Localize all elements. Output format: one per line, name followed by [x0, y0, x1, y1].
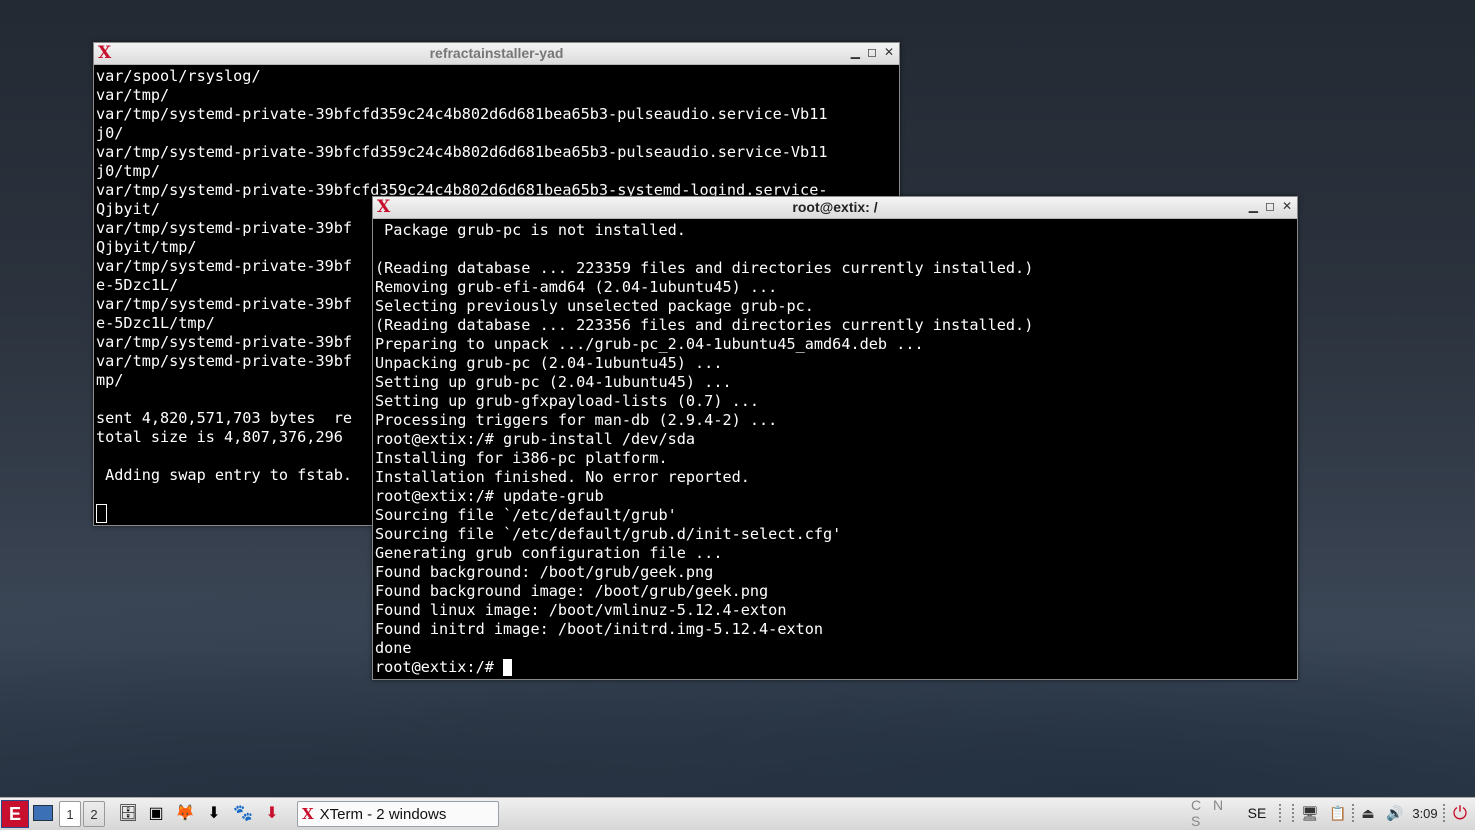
separator: [1352, 804, 1356, 822]
task-label: XTerm - 2 windows: [319, 805, 447, 823]
terminal-line: Sourcing file `/etc/default/grub.d/init-…: [375, 525, 842, 543]
start-menu-button[interactable]: E: [1, 800, 29, 828]
taskbar-task-xterm[interactable]: X XTerm - 2 windows: [297, 801, 499, 827]
shell-prompt: root@extix:/#: [375, 658, 504, 676]
terminal-line: (Reading database ... 223356 files and d…: [375, 316, 1034, 334]
terminal-line: Unpacking grub-pc (2.04-1ubuntu45) ...: [375, 354, 723, 372]
file-manager-icon[interactable]: 🗄: [117, 801, 139, 825]
close-icon[interactable]: ✕: [884, 45, 894, 59]
terminal-line: Setting up grub-pc (2.04-1ubuntu45) ...: [375, 373, 732, 391]
firefox-icon[interactable]: 🦊: [174, 801, 196, 825]
download-icon[interactable]: ⬇: [203, 801, 225, 825]
show-desktop-button[interactable]: [32, 801, 54, 825]
root-terminal-title: root@extix: /: [792, 199, 878, 215]
desktop-icon: [33, 805, 53, 821]
terminal-line: var/tmp/: [96, 86, 170, 104]
minimize-icon[interactable]: ▁: [1249, 199, 1258, 213]
installer-title: refractainstaller-yad: [429, 45, 564, 61]
workspace-2[interactable]: 2: [83, 801, 105, 827]
terminal-line: Removing grub-efi-amd64 (2.04-1ubuntu45)…: [375, 278, 778, 296]
terminal-line: j0/tmp/: [96, 162, 161, 180]
clipboard-icon[interactable]: 📋: [1328, 801, 1348, 825]
power-icon[interactable]: ⏻: [1449, 801, 1471, 825]
terminal-line: Found background image: /boot/grub/geek.…: [375, 582, 769, 600]
terminal-line: Found background: /boot/grub/geek.png: [375, 563, 714, 581]
clock[interactable]: 3:09: [1409, 801, 1441, 825]
maximize-icon[interactable]: ◻: [867, 45, 877, 59]
terminal-line: root@extix:/# grub-install /dev/sda: [375, 430, 696, 448]
maximize-icon[interactable]: ◻: [1265, 199, 1275, 213]
text-cursor: [96, 504, 107, 523]
text-cursor: [503, 659, 513, 676]
installer-titlebar[interactable]: X refractainstaller-yad ▁ ◻ ✕: [94, 43, 899, 65]
root-terminal-output[interactable]: Package grub-pc is not installed. (Readi…: [373, 219, 1297, 679]
separator: [1292, 804, 1296, 822]
root-terminal-titlebar[interactable]: X root@extix: / ▁ ◻ ✕: [373, 197, 1297, 219]
gimp-icon[interactable]: 🐾: [232, 801, 254, 825]
terminal-line: j0/: [96, 124, 124, 142]
workspace-1[interactable]: 1: [59, 801, 81, 827]
terminal-line: Found linux image: /boot/vmlinuz-5.12.4-…: [375, 601, 787, 619]
terminal-line: Found initrd image: /boot/initrd.img-5.1…: [375, 620, 824, 638]
separator: [1443, 804, 1447, 822]
terminal-line: Selecting previously unselected package …: [375, 297, 814, 315]
terminal-line: Preparing to unpack .../grub-pc_2.04-1ub…: [375, 335, 924, 353]
root-terminal-window[interactable]: X root@extix: / ▁ ◻ ✕ Package grub-pc is…: [372, 196, 1298, 680]
terminal-line: Generating grub configuration file ...: [375, 544, 723, 562]
prompt-line: root@extix:/#: [375, 658, 1295, 677]
close-icon[interactable]: ✕: [1282, 199, 1292, 213]
keyboard-lock-indicators: C N S: [1191, 797, 1228, 829]
taskbar: E 1 2 🗄 ▣ 🦊 ⬇ 🐾 ⬇ X XTerm - 2 windows C …: [0, 797, 1475, 830]
terminal-line: Setting up grub-gfxpayload-lists (0.7) .…: [375, 392, 760, 410]
xterm-icon: X: [302, 805, 314, 823]
terminal-line: var/tmp/systemd-private-39bfcfd359c24c4b…: [96, 105, 828, 123]
eject-icon[interactable]: ⏏: [1358, 801, 1378, 825]
terminal-line: (Reading database ... 223359 files and d…: [375, 259, 1034, 277]
separator: [1279, 804, 1283, 822]
terminal-line: Sourcing file `/etc/default/grub': [375, 506, 677, 524]
terminal-line: done: [375, 639, 412, 657]
terminal-line: root@extix:/# update-grub: [375, 487, 604, 505]
terminal-icon[interactable]: ▣: [145, 801, 167, 825]
terminal-line: Installing for i386-pc platform.: [375, 449, 668, 467]
installer-icon[interactable]: ⬇: [261, 801, 283, 825]
terminal-line: Package grub-pc is not installed.: [375, 221, 686, 239]
network-icon[interactable]: 🖥: [1300, 801, 1320, 825]
terminal-line: Installation finished. No error reported…: [375, 468, 750, 486]
minimize-icon[interactable]: ▁: [851, 45, 860, 59]
terminal-line: Processing triggers for man-db (2.9.4-2)…: [375, 411, 778, 429]
keyboard-layout[interactable]: SE: [1246, 801, 1268, 825]
volume-icon[interactable]: 🔊: [1385, 801, 1405, 825]
terminal-line: var/spool/rsyslog/: [96, 67, 261, 85]
terminal-line: var/tmp/systemd-private-39bfcfd359c24c4b…: [96, 143, 828, 161]
